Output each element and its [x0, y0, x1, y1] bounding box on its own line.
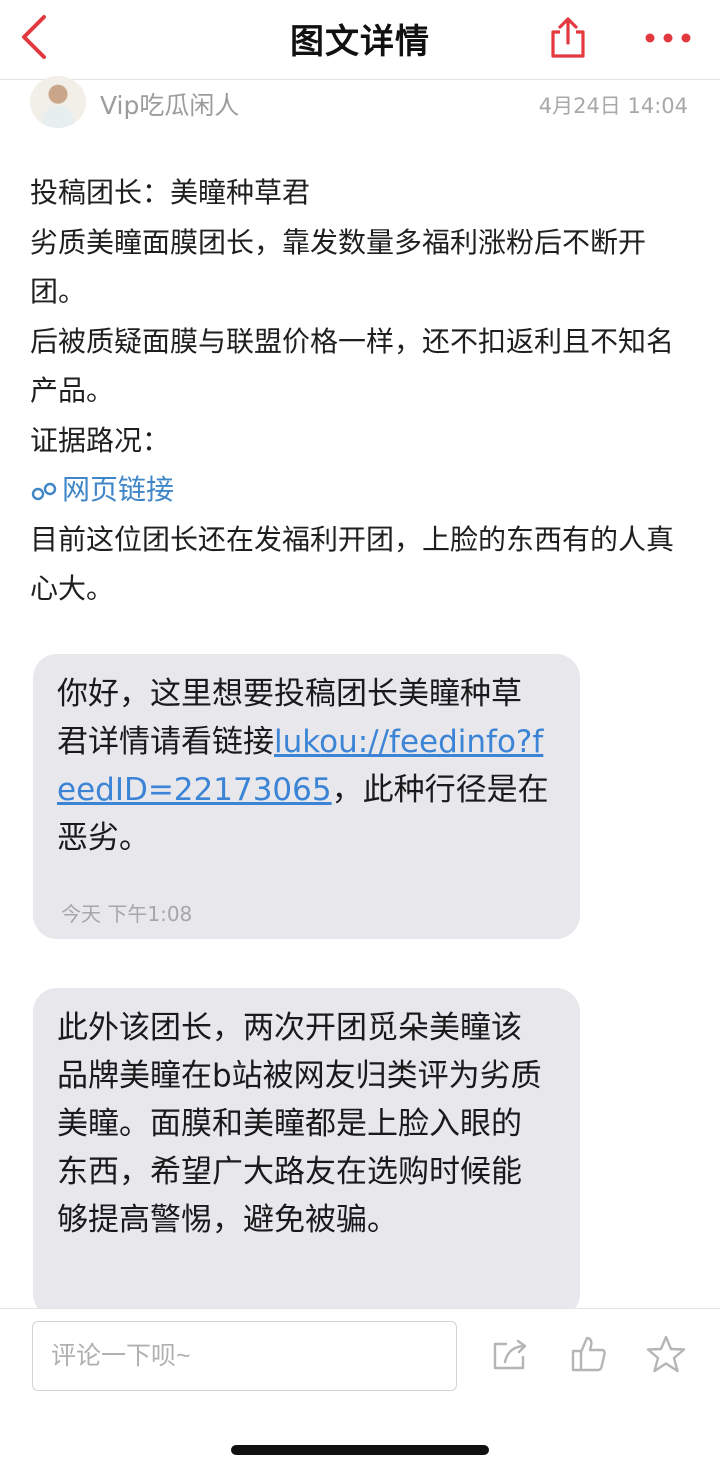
web-link-label: 网页链接 — [62, 473, 175, 506]
post-line: 投稿团长：美瞳种草君 — [30, 176, 311, 209]
favorite-button[interactable] — [641, 1329, 691, 1379]
home-indicator — [231, 1445, 489, 1455]
avatar[interactable] — [30, 76, 86, 128]
link-icon — [31, 482, 57, 501]
post-line: 劣质美瞳面膜团长，靠发数量多福利涨粉后不断开团。 — [30, 225, 647, 309]
like-button[interactable] — [564, 1329, 614, 1379]
share-button[interactable] — [544, 14, 592, 62]
message-bubble: 你好，这里想要投稿团长美瞳种草君详情请看链接lukou://feedinfo?f… — [33, 654, 580, 939]
like-icon — [571, 1336, 606, 1372]
author-name[interactable]: Vip吃瓜闲人 — [100, 86, 239, 122]
author-row: Vip吃瓜闲人 4月24日 14:04 — [0, 76, 720, 132]
nav-bar: 图文详情 — [0, 0, 720, 80]
post-closing: 目前这位团长还在发福利开团，上脸的东西有的人真心大。 — [30, 522, 675, 606]
web-link[interactable]: 网页链接 — [30, 465, 698, 515]
message-text: 你好，这里想要投稿团长美瞳种草君详情请看链接lukou://feedinfo?f… — [57, 670, 552, 862]
message-time: 今天 下午1:08 — [61, 902, 193, 926]
more-icon — [645, 33, 691, 43]
page-title: 图文详情 — [290, 22, 430, 62]
post-line: 后被质疑面膜与联盟价格一样，还不扣返利且不知名产品。 — [30, 324, 675, 408]
post-content: 投稿团长：美瞳种草君 劣质美瞳面膜团长，靠发数量多福利涨粉后不断开团。 后被质疑… — [30, 168, 698, 614]
favorite-icon — [646, 1335, 686, 1373]
post-timestamp: 4月24日 14:04 — [538, 94, 688, 118]
message-bubble: 此外该团长，两次开团觅朵美瞳该品牌美瞳在b站被网友归类评为劣质美瞳。面膜和美瞳都… — [33, 988, 580, 1318]
forward-button[interactable] — [486, 1329, 536, 1379]
more-button[interactable] — [640, 20, 696, 56]
post-line: 证据路况： — [30, 423, 171, 457]
bottom-bar — [0, 1308, 720, 1470]
forward-icon — [493, 1339, 527, 1370]
share-icon — [551, 17, 585, 58]
message-text: 此外该团长，两次开团觅朵美瞳该品牌美瞳在b站被网友归类评为劣质美瞳。面膜和美瞳都… — [57, 1010, 542, 1238]
comment-input[interactable] — [32, 1321, 457, 1391]
